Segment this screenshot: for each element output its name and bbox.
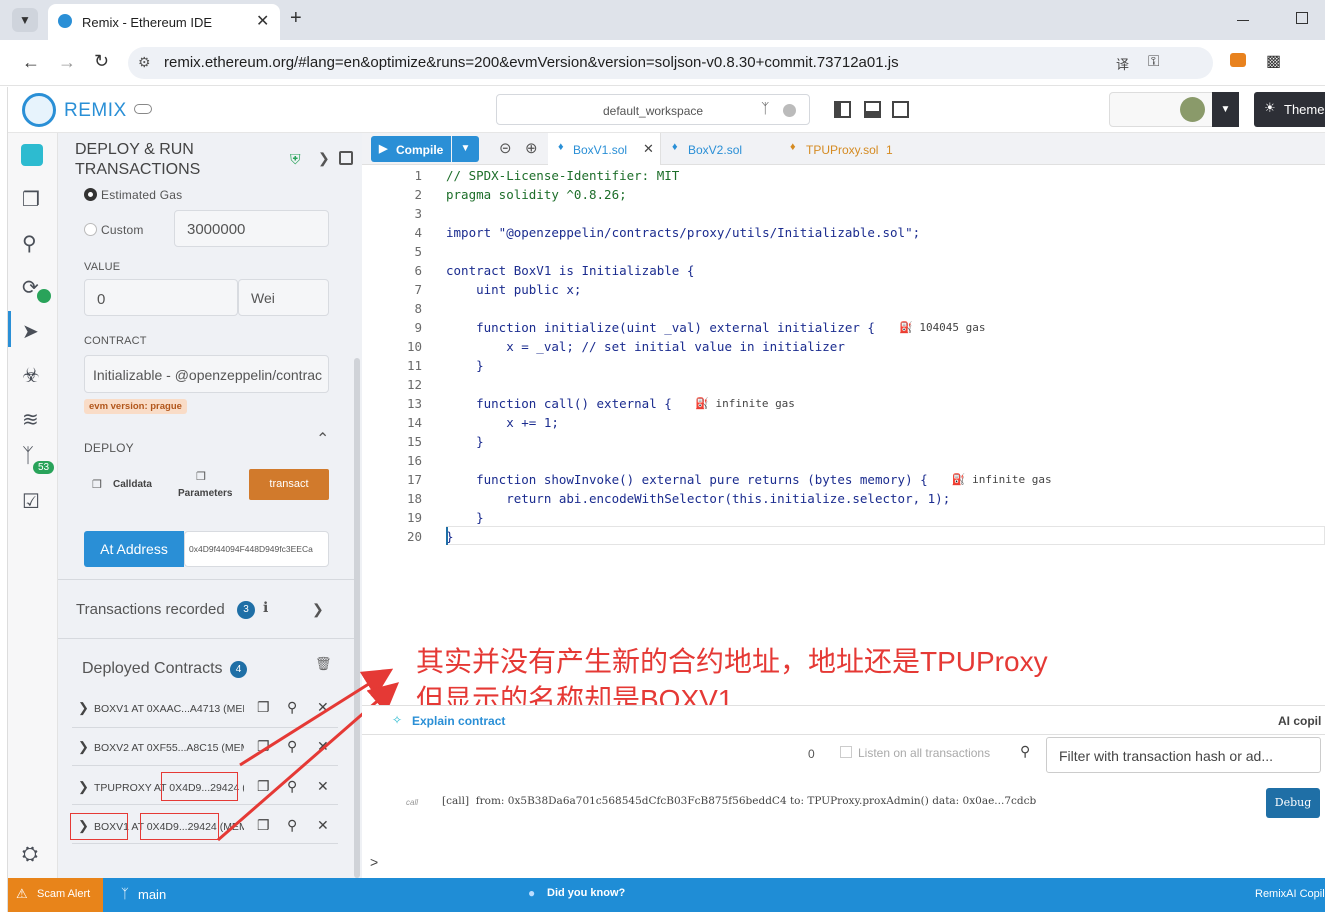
explain-contract-button[interactable]: Explain contract [412,714,505,728]
log-line: [call] from: 0x5B38Da6a701c568545dCfcB03… [442,795,1037,807]
debug-label: Debug [1274,796,1312,809]
terminal-prompt[interactable]: > [370,854,378,870]
call-tag: call [406,798,419,807]
debug-button[interactable]: Debug [1266,788,1320,818]
explain-contract-icon: ✧ [392,713,403,727]
lightbulb-icon: ● [528,886,536,900]
status-bar: ⚠ Scam Alert ᛉ main ● Did you know? Remi… [8,878,1325,912]
did-you-know[interactable]: Did you know? [547,887,625,899]
listen-checkbox[interactable] [840,746,852,758]
terminal: ✧ Explain contract AI copil 0 Listen on … [362,705,1325,878]
ai-copilot-label[interactable]: AI copil [1278,714,1321,728]
warning-icon: ⚠ [16,886,28,901]
tx-pending-count: 0 [808,747,815,761]
annotation-line-1: 其实并没有产生新的合约地址，地址还是TPUProxy [416,646,1048,677]
scam-alert-button[interactable]: ⚠ Scam Alert [8,878,103,912]
filter-input[interactable]: Filter with transaction hash or ad... [1046,737,1321,773]
scam-alert-label: Scam Alert [37,888,91,900]
search-icon: ⚲ [1020,743,1031,759]
filter-placeholder: Filter with transaction hash or ad... [1059,748,1273,764]
terminal-divider [362,734,1325,735]
listen-label: Listen on all transactions [858,746,991,760]
remixai-label[interactable]: RemixAI Copil [1255,888,1325,900]
branch-icon: ᛉ [121,886,129,901]
branch-name[interactable]: main [138,887,166,902]
